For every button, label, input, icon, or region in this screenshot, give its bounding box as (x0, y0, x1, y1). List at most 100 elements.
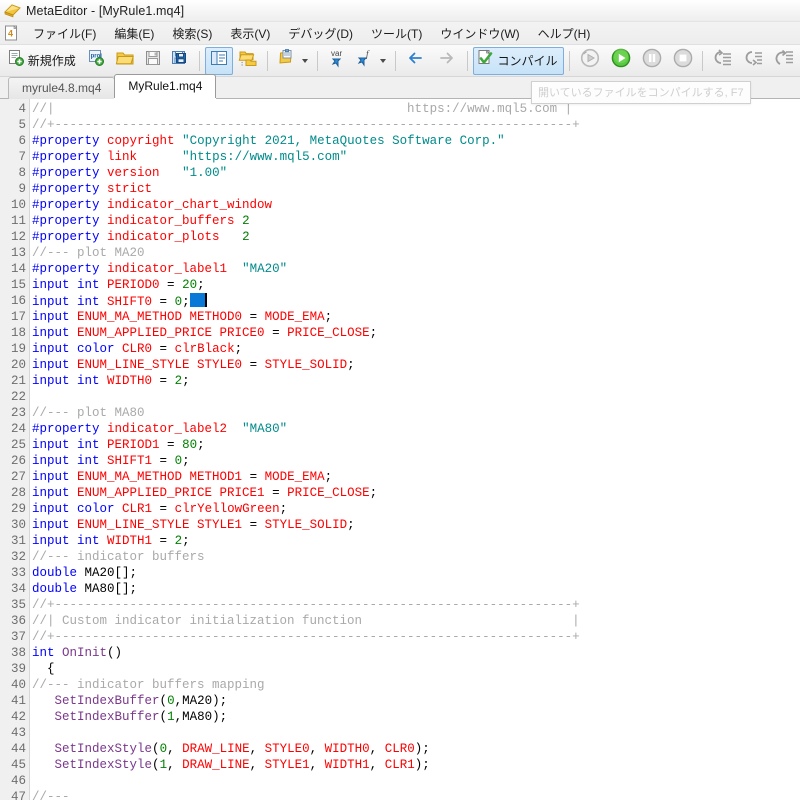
code-line[interactable]: //| Custom indicator initialization func… (32, 613, 800, 629)
menu-view[interactable]: 表示(V) (221, 22, 279, 45)
line-number: 36 (10, 614, 26, 628)
code-line[interactable]: SetIndexBuffer(1,MA80); (32, 709, 800, 725)
insert-variable-button[interactable]: var (323, 47, 351, 75)
code-line[interactable]: double MA80[]; (32, 581, 800, 597)
code-line[interactable]: input int PERIOD1 = 80; (32, 437, 800, 453)
pause-debug-button[interactable] (637, 47, 667, 75)
code-text-area[interactable]: //| https://www.mql5.com |//+-----------… (30, 99, 800, 800)
code-line[interactable] (32, 389, 800, 405)
line-number: 14 (10, 262, 26, 276)
code-line[interactable]: #property indicator_plots 2 (32, 229, 800, 245)
code-line[interactable]: input int WIDTH0 = 2; (32, 373, 800, 389)
code-line[interactable]: #property indicator_label2 "MA80" (32, 421, 800, 437)
arrow-right-icon (436, 49, 458, 72)
code-line[interactable]: //+-------------------------------------… (32, 629, 800, 645)
code-line[interactable]: #property version "1.00" (32, 165, 800, 181)
code-line[interactable]: //+-------------------------------------… (32, 597, 800, 613)
code-line[interactable]: SetIndexBuffer(0,MA20); (32, 693, 800, 709)
code-line[interactable]: SetIndexStyle(1, DRAW_LINE, STYLE1, WIDT… (32, 757, 800, 773)
code-line[interactable]: //+-------------------------------------… (32, 117, 800, 133)
step-over-button[interactable] (739, 47, 769, 75)
step-into-button[interactable] (708, 47, 738, 75)
chevron-down-icon[interactable] (301, 58, 308, 63)
code-line[interactable]: #property indicator_chart_window (32, 197, 800, 213)
toolbar-separator (266, 50, 268, 71)
debug-history-button[interactable] (575, 47, 605, 75)
code-line[interactable]: #property link "https://www.mql5.com" (32, 149, 800, 165)
code-line[interactable] (32, 773, 800, 789)
code-line[interactable]: input ENUM_APPLIED_PRICE PRICE1 = PRICE_… (32, 485, 800, 501)
line-number: 6 (18, 134, 26, 148)
code-line[interactable]: #property indicator_label1 "MA20" (32, 261, 800, 277)
step-out-button[interactable] (770, 47, 800, 75)
code-line[interactable]: input int SHIFT1 = 0; (32, 453, 800, 469)
code-editor[interactable]: 4 5 6 7 8 9 10 11 12 13 14 15 16 17 18 19 20 21 22 23 24 25 26… (0, 99, 800, 800)
title-bar: MetaEditor - [MyRule1.mq4] (0, 0, 800, 22)
code-line[interactable]: { (32, 661, 800, 677)
code-line[interactable]: //--- indicator buffers mapping (32, 677, 800, 693)
new-file-button[interactable]: 新規作成 (3, 47, 82, 75)
code-line[interactable]: input int WIDTH1 = 2; (32, 533, 800, 549)
code-line[interactable]: input ENUM_LINE_STYLE STYLE0 = STYLE_SOL… (32, 357, 800, 373)
tab-myrule48[interactable]: myrule4.8.mq4 (8, 77, 116, 99)
menu-file[interactable]: ファイル(F) (24, 22, 105, 45)
code-line[interactable]: //--- indicator buffers (32, 549, 800, 565)
code-line[interactable]: #property indicator_buffers 2 (32, 213, 800, 229)
svg-text:var: var (331, 49, 342, 58)
chevron-down-icon[interactable] (380, 58, 387, 63)
line-number: 18 (10, 326, 26, 340)
forward-button[interactable] (432, 47, 462, 75)
code-line[interactable]: input color CLR0 = clrBlack; (32, 341, 800, 357)
open-file-button[interactable] (111, 47, 139, 75)
svg-text:4: 4 (8, 28, 13, 38)
back-button[interactable] (401, 47, 431, 75)
properties-button[interactable] (273, 47, 312, 75)
line-number: 31 (10, 534, 26, 548)
step-out-icon (774, 48, 796, 73)
code-line[interactable]: #property strict (32, 181, 800, 197)
code-line[interactable]: SetIndexStyle(0, DRAW_LINE, STYLE0, WIDT… (32, 741, 800, 757)
compile-label: コンパイル (497, 54, 558, 68)
code-line[interactable]: input ENUM_LINE_STYLE STYLE1 = STYLE_SOL… (32, 517, 800, 533)
line-number: 9 (18, 182, 26, 196)
menu-edit[interactable]: 編集(E) (105, 22, 163, 45)
toggle-toolbox-button[interactable] (234, 47, 262, 75)
code-line[interactable]: input int PERIOD0 = 20; (32, 277, 800, 293)
compile-button[interactable]: コンパイル (472, 46, 565, 75)
stop-debug-button[interactable] (668, 47, 698, 75)
line-number: 43 (10, 726, 26, 740)
code-line[interactable]: input ENUM_APPLIED_PRICE PRICE0 = PRICE_… (32, 325, 800, 341)
tab-myrule1[interactable]: MyRule1.mq4 (114, 74, 217, 98)
function-pin-icon: f (355, 48, 375, 73)
new-project-button[interactable]: proj (83, 47, 110, 75)
save-all-button[interactable] (167, 47, 194, 75)
code-line[interactable]: //--- (32, 789, 800, 800)
code-line[interactable]: double MA20[]; (32, 565, 800, 581)
start-debug-button[interactable] (606, 47, 636, 75)
menu-debug[interactable]: デバッグ(D) (279, 22, 362, 45)
code-line[interactable]: #property copyright "Copyright 2021, Met… (32, 133, 800, 149)
toggle-navigator-button[interactable] (205, 46, 233, 75)
code-line[interactable]: input ENUM_MA_METHOD METHOD0 = MODE_EMA; (32, 309, 800, 325)
line-number: 28 (10, 486, 26, 500)
metaeditor-logo-icon (4, 3, 21, 18)
code-line[interactable]: input ENUM_MA_METHOD METHOD1 = MODE_EMA; (32, 469, 800, 485)
save-button[interactable] (140, 47, 166, 75)
toolbar-separator (395, 50, 397, 71)
menu-window[interactable]: ウインドウ(W) (431, 22, 528, 45)
menu-tools[interactable]: ツール(T) (362, 22, 431, 45)
code-line[interactable]: //--- plot MA20 (32, 245, 800, 261)
menu-help[interactable]: ヘルプ(H) (529, 22, 600, 45)
code-line[interactable]: //--- plot MA80 (32, 405, 800, 421)
properties-notepad-icon (277, 49, 297, 72)
floppy-save-icon (144, 49, 162, 72)
menu-search[interactable]: 検索(S) (163, 22, 221, 45)
new-file-label: 新規作成 (27, 54, 76, 68)
compile-check-icon (476, 49, 494, 72)
insert-function-button[interactable]: f (351, 47, 390, 75)
code-line[interactable]: input color CLR1 = clrYellowGreen; (32, 501, 800, 517)
code-line[interactable] (32, 725, 800, 741)
code-line[interactable]: input int SHIFT0 = 0; (32, 293, 800, 309)
code-line[interactable]: int OnInit() (32, 645, 800, 661)
line-number: 27 (10, 470, 26, 484)
